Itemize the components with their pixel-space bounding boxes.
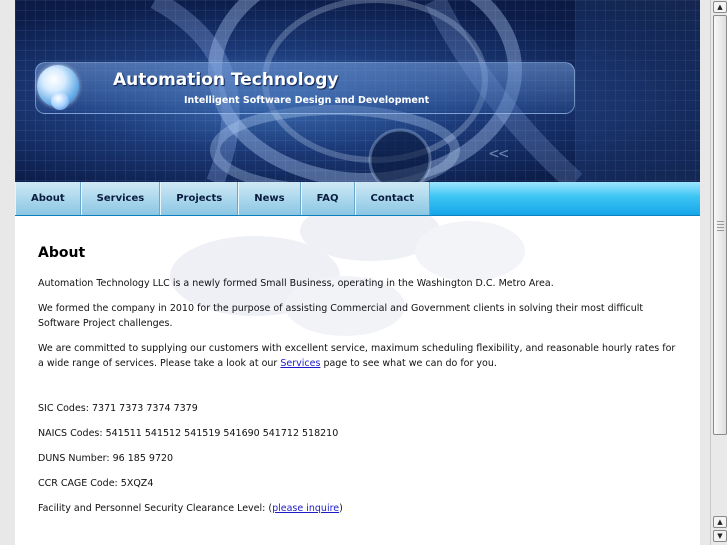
main-nav: About Services Projects News FAQ Contact: [15, 182, 700, 216]
please-inquire-link[interactable]: please inquire: [272, 503, 339, 514]
site-title: Automation Technology: [113, 70, 339, 90]
clearance-text-start: Facility and Personnel Security Clearanc…: [38, 503, 273, 514]
scroll-thumb[interactable]: [713, 15, 727, 435]
grip-icon: [717, 221, 724, 231]
scroll-down-icon[interactable]: ▼: [713, 530, 727, 542]
header-banner: Automation Technology Intelligent Softwa…: [15, 0, 700, 182]
nav-services[interactable]: Services: [80, 182, 161, 215]
naics-codes: NAICS Codes: 541511 541512 541519 541690…: [38, 428, 339, 439]
duns-number: DUNS Number: 96 185 9720: [38, 453, 174, 464]
commitment-paragraph: We are committed to supplying our custom…: [38, 341, 678, 371]
page: Automation Technology Intelligent Softwa…: [15, 0, 700, 545]
nav-faq[interactable]: FAQ: [300, 182, 355, 215]
nav-about[interactable]: About: [15, 182, 81, 215]
intro-paragraph: Automation Technology LLC is a newly for…: [38, 278, 554, 289]
services-link[interactable]: Services: [280, 358, 320, 369]
chevron-decoration-icon: <<: [488, 146, 510, 162]
nav-projects[interactable]: Projects: [160, 182, 239, 215]
site-tagline: Intelligent Software Design and Developm…: [184, 95, 430, 106]
vertical-scrollbar[interactable]: ▲ ▲ ▼: [710, 0, 727, 545]
scroll-up-icon[interactable]: ▲: [713, 1, 727, 13]
page-heading: About: [38, 245, 86, 261]
cage-code: CCR CAGE Code: 5XQZ4: [38, 478, 154, 489]
content-body: About Automation Technology LLC is a new…: [38, 246, 678, 526]
page-up-icon[interactable]: ▲: [713, 516, 727, 528]
logo-small-orb-icon: [51, 92, 69, 110]
sic-codes: SIC Codes: 7371 7373 7374 7379: [38, 403, 198, 414]
nav-news[interactable]: News: [238, 182, 301, 215]
clearance-text-end: ): [339, 503, 343, 514]
right-gutter: [700, 0, 710, 545]
left-gutter: [0, 0, 15, 545]
clearance-level: Facility and Personnel Security Clearanc…: [38, 501, 678, 516]
nav-contact[interactable]: Contact: [354, 182, 431, 215]
commitment-text-end: page to see what we can do for you.: [320, 358, 497, 369]
main-content: About Automation Technology LLC is a new…: [15, 216, 700, 545]
history-paragraph: We formed the company in 2010 for the pu…: [38, 303, 644, 329]
